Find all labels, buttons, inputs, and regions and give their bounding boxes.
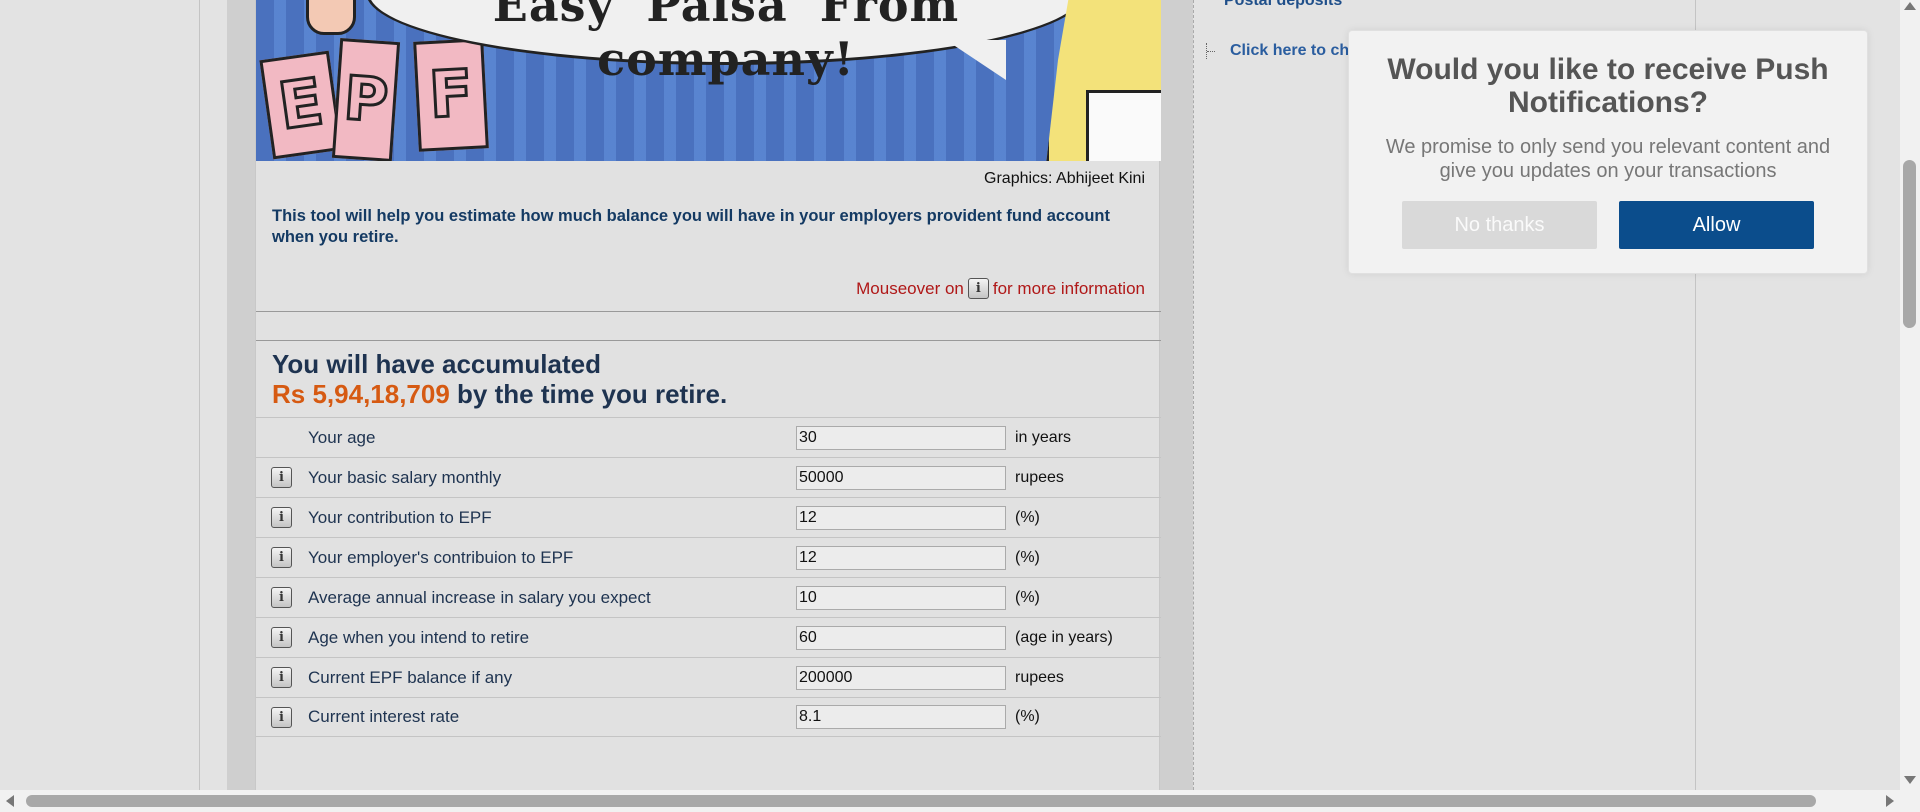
- epf-balance-input[interactable]: [796, 665, 1006, 690]
- separator-row: [256, 311, 1161, 341]
- result-amount: Rs 5,94,18,709: [272, 379, 450, 409]
- salary-increase-input[interactable]: [796, 585, 1006, 610]
- row-label: Your employer's contribuion to EPF: [308, 547, 574, 567]
- mouseover-hint-before: Mouseover on: [856, 278, 964, 298]
- row-unit: (%): [1015, 548, 1040, 566]
- calculator-content: E P F Easy 'Paisa' From company! Graphic…: [255, 0, 1161, 790]
- info-icon[interactable]: i: [271, 706, 292, 728]
- mouseover-hint: Mouseover on i for more information: [856, 278, 1145, 299]
- info-icon[interactable]: i: [271, 547, 292, 568]
- table-row: i Age when you intend to retire (age in …: [256, 617, 1161, 657]
- dialog-buttons: No thanks Allow: [1402, 201, 1814, 249]
- scroll-down-arrow-icon[interactable]: [1904, 776, 1916, 784]
- retirement-age-input[interactable]: [796, 625, 1006, 650]
- speech-bubble-text: Easy 'Paisa' From company!: [492, 0, 960, 86]
- tree-branch-icon: [1206, 43, 1218, 59]
- banner-card-p: P: [331, 38, 401, 161]
- dialog-message: We promise to only send you relevant con…: [1385, 136, 1831, 182]
- table-row: Your age in years: [256, 417, 1161, 457]
- allow-button[interactable]: Allow: [1619, 201, 1814, 249]
- sidebar-link-row: Click here to che: [1206, 42, 1358, 60]
- graphics-credit: Graphics: Abhijeet Kini: [984, 170, 1145, 187]
- epf-banner-illustration: E P F Easy 'Paisa' From company!: [256, 0, 1161, 161]
- banner-hand: [306, 0, 356, 35]
- scroll-right-arrow-icon[interactable]: [1886, 795, 1894, 807]
- your-contribution-input[interactable]: [796, 505, 1006, 530]
- result-summary: You will have accumulated Rs 5,94,18,709…: [272, 349, 727, 409]
- result-amount-line: Rs 5,94,18,709 by the time you retire.: [272, 379, 727, 409]
- row-label: Your contribution to EPF: [308, 507, 492, 527]
- banner-desk: [1086, 90, 1161, 161]
- row-label: Your age: [308, 427, 376, 447]
- result-heading: You will have accumulated: [272, 349, 601, 379]
- info-icon[interactable]: i: [271, 627, 292, 648]
- row-unit: (%): [1015, 708, 1040, 725]
- postal-deposits-link[interactable]: Postal deposits: [1224, 0, 1342, 10]
- no-thanks-button[interactable]: No thanks: [1402, 201, 1597, 249]
- interest-rate-input[interactable]: [796, 705, 1006, 729]
- scroll-up-arrow-icon[interactable]: [1904, 2, 1916, 10]
- table-row: i Current EPF balance if any rupees: [256, 657, 1161, 697]
- row-label: Current EPF balance if any: [308, 667, 513, 687]
- push-notification-dialog: Would you like to receive Push Notificat…: [1348, 30, 1868, 274]
- horizontal-scrollbar[interactable]: [0, 790, 1920, 812]
- row-unit: (age in years): [1015, 628, 1113, 646]
- horizontal-scroll-thumb[interactable]: [26, 795, 1816, 807]
- info-icon[interactable]: i: [271, 667, 292, 688]
- intro-text: This tool will help you estimate how muc…: [272, 207, 1110, 246]
- info-icon[interactable]: i: [271, 587, 292, 608]
- basic-salary-input[interactable]: [796, 465, 1006, 490]
- row-label: Current interest rate: [308, 707, 460, 726]
- input-table: Your age in years i Your basic salary mo…: [256, 417, 1161, 737]
- vertical-scrollbar[interactable]: [1900, 0, 1920, 790]
- scroll-left-arrow-icon[interactable]: [6, 795, 14, 807]
- row-label: Age when you intend to retire: [308, 627, 530, 647]
- row-unit: (%): [1015, 588, 1040, 606]
- info-icon[interactable]: i: [967, 278, 989, 299]
- table-row: i Your basic salary monthly rupees: [256, 457, 1161, 497]
- mouseover-hint-after: for more information: [992, 278, 1145, 298]
- info-icon[interactable]: i: [271, 467, 292, 488]
- table-row: i Your employer's contribuion to EPF (%): [256, 537, 1161, 577]
- dialog-title: Would you like to receive Push Notificat…: [1387, 53, 1829, 119]
- left-margin: [0, 0, 200, 790]
- table-row: i Your contribution to EPF (%): [256, 497, 1161, 537]
- table-row: i Average annual increase in salary you …: [256, 577, 1161, 617]
- row-label: Your basic salary monthly: [308, 467, 502, 487]
- row-unit: rupees: [1015, 668, 1064, 686]
- info-icon[interactable]: i: [271, 507, 292, 528]
- banner-card-e: E: [259, 50, 343, 160]
- row-label: Average annual increase in salary you ex…: [308, 587, 651, 607]
- employer-contribution-input[interactable]: [796, 545, 1006, 570]
- row-unit: (%): [1015, 508, 1040, 526]
- table-row: i Current interest rate (%): [256, 697, 1161, 737]
- result-suffix: by the time you retire.: [449, 379, 728, 409]
- row-unit: rupees: [1015, 468, 1064, 486]
- row-unit: in years: [1015, 428, 1072, 446]
- vertical-scroll-thumb[interactable]: [1903, 160, 1916, 328]
- age-input[interactable]: [796, 425, 1006, 450]
- click-here-link[interactable]: Click here to che: [1230, 42, 1358, 60]
